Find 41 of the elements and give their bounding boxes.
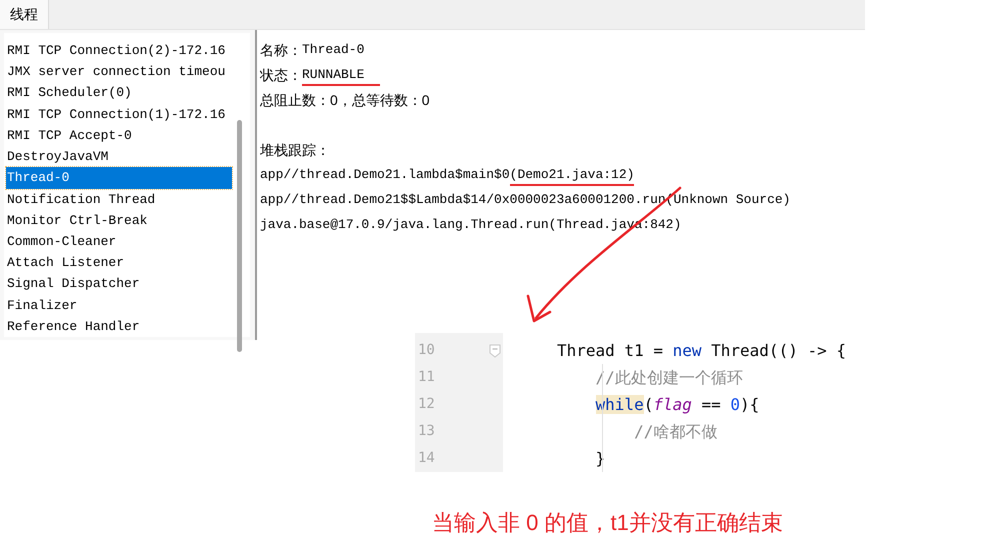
- code-text: (: [644, 394, 654, 416]
- code-text: ){: [740, 394, 760, 416]
- thread-list-item[interactable]: RMI TCP Connection(2)-172.16: [6, 40, 232, 62]
- fold-marker-icon[interactable]: [489, 344, 501, 358]
- thread-list-item[interactable]: RMI TCP Connection(1)-172.16: [6, 104, 232, 125]
- thread-list-item[interactable]: Reference Handler: [6, 316, 232, 338]
- field-value: Thread-0: [302, 40, 366, 59]
- code-text: 0: [730, 394, 740, 416]
- thread-list-item[interactable]: Common-Cleaner: [6, 230, 232, 252]
- code-comment: //啥都不做: [633, 420, 718, 442]
- caption-text: 当输入非 0 的值，t1并没有正确结束: [432, 510, 783, 535]
- stack-frame-text: (Demo21.java:12): [510, 164, 634, 186]
- thread-list-item[interactable]: Attach Listener: [6, 252, 232, 274]
- field-label: 名称：: [260, 41, 302, 60]
- field-value: RUNNABLE: [302, 64, 380, 86]
- thread-list-item[interactable]: Thread-0: [6, 167, 232, 189]
- thread-list-item[interactable]: RMI TCP Accept-0: [6, 124, 232, 146]
- thread-list-item[interactable]: Monitor Ctrl-Break: [6, 210, 232, 231]
- code-text: Thread t1 =: [557, 340, 664, 362]
- thread-list-item[interactable]: Signal Dispatcher: [6, 273, 232, 295]
- code-text: new: [672, 340, 702, 362]
- stack-trace-title: 堆栈跟踪：: [260, 141, 330, 160]
- scrollbar-thumb[interactable]: [236, 120, 242, 352]
- code-keyword: while: [594, 394, 644, 416]
- counts-text: 总阻止数：0，总等待数：0: [260, 91, 430, 110]
- code-text: ==: [700, 394, 722, 416]
- field-label: 状态：: [260, 66, 302, 85]
- line-number: 13: [418, 422, 435, 441]
- stack-frame-text: app//thread.Demo21.lambda$main$0: [260, 166, 510, 184]
- thread-list-item[interactable]: JMX server connection timeou: [6, 61, 232, 82]
- thread-list-item[interactable]: RMI Scheduler(0): [6, 82, 232, 104]
- line-number: 12: [418, 395, 435, 414]
- thread-list-item[interactable]: Finalizer: [6, 294, 232, 316]
- tab[interactable]: 线程: [0, 0, 49, 29]
- thread-list-item[interactable]: Notification Thread: [6, 188, 232, 210]
- line-number: 14: [418, 449, 435, 468]
- thread-list-item[interactable]: DestroyJavaVM: [6, 146, 232, 168]
- code-text: Thread(() -> {: [710, 340, 846, 362]
- line-number: 10: [418, 341, 435, 360]
- line-number: 11: [418, 368, 435, 387]
- code-text: flag: [653, 394, 692, 416]
